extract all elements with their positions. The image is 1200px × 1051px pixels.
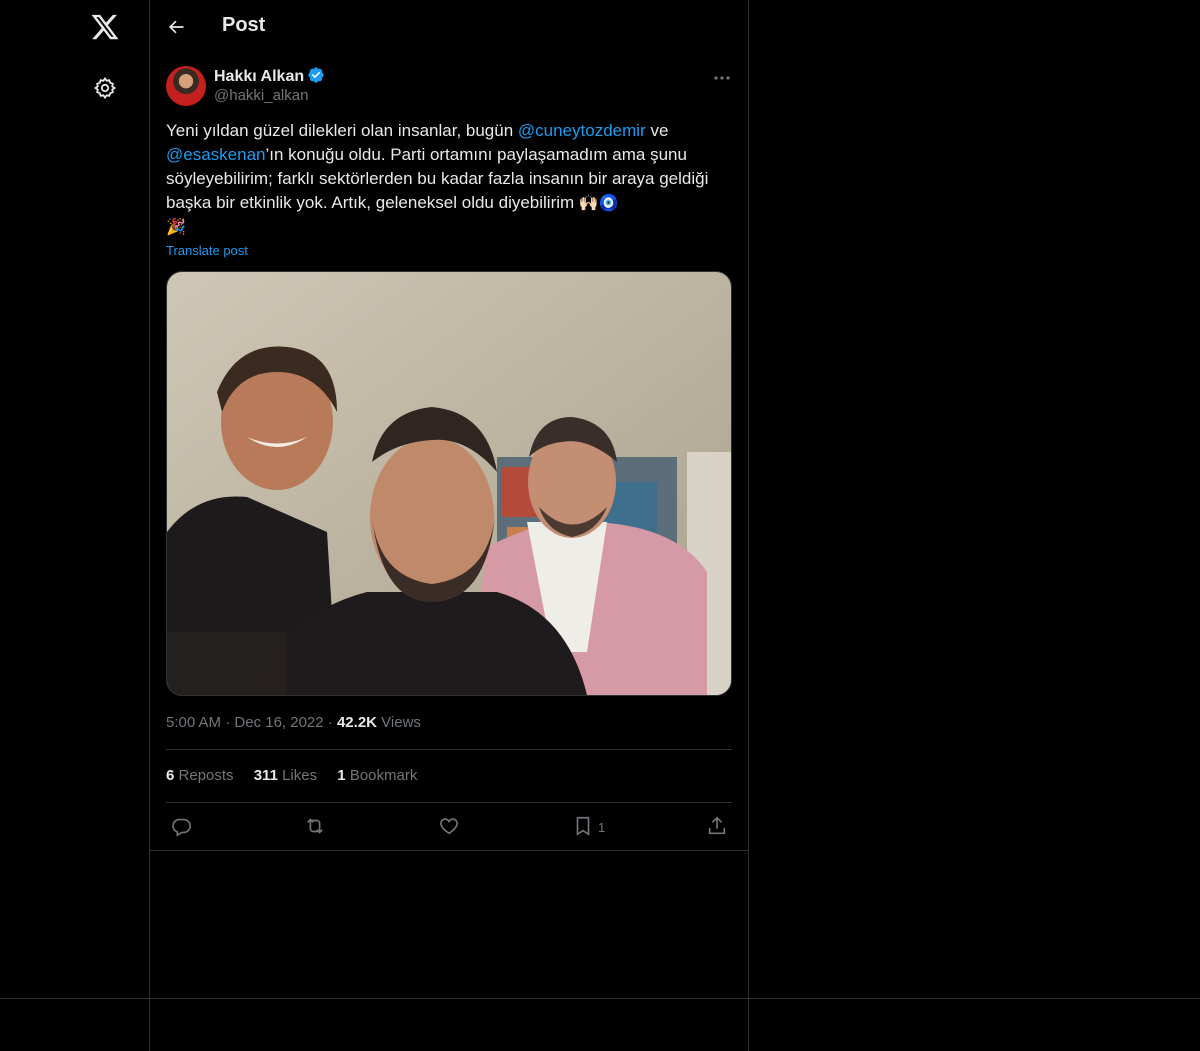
- reposts-label: Reposts: [178, 767, 234, 784]
- bookmarks-label: Bookmark: [349, 767, 418, 784]
- likes-stat[interactable]: 311 Likes: [254, 767, 317, 784]
- avatar[interactable]: [166, 66, 206, 106]
- meta-separator: ·: [225, 714, 231, 731]
- bookmarks-stat[interactable]: 1 Bookmark: [337, 767, 417, 784]
- divider: [166, 749, 732, 750]
- repost-icon[interactable]: [304, 815, 326, 837]
- share-icon[interactable]: [706, 815, 728, 837]
- post-text: Yeni yıldan güzel dilekleri olan insanla…: [166, 119, 732, 239]
- post-photo[interactable]: [166, 271, 732, 696]
- mention-link[interactable]: @cuneytozdemir: [518, 121, 646, 140]
- likes-label: Likes: [282, 767, 318, 784]
- reposts-stat[interactable]: 6 Reposts: [166, 767, 234, 784]
- like-icon[interactable]: [438, 815, 460, 837]
- action-bar: 1: [166, 812, 732, 842]
- views-count: 42.2K: [336, 714, 377, 731]
- divider: [0, 998, 1200, 999]
- post-text-part: Yeni yıldan güzel dilekleri olan insanla…: [166, 121, 518, 140]
- x-logo-icon[interactable]: [90, 12, 120, 42]
- party-popper-emoji: 🎉: [166, 217, 186, 236]
- bookmark-count: 1: [598, 820, 606, 835]
- nazar-amulet-emoji: 🧿: [598, 193, 619, 212]
- bookmarks-count: 1: [337, 767, 346, 784]
- divider: [166, 802, 732, 803]
- post-stats: 6 Reposts 311 Likes 1 Bookmark: [166, 767, 433, 784]
- back-arrow-icon[interactable]: [166, 17, 186, 37]
- post-meta: 5:00 AM · Dec 16, 2022 · 42.2K Views: [166, 714, 421, 731]
- verified-badge-icon: [307, 66, 325, 84]
- author-name-row[interactable]: Hakkı Alkan: [214, 66, 325, 86]
- post-text-part: ve: [645, 121, 669, 140]
- main-column: Post Hakkı Alkan @hakki_alkan Yeni yılda…: [150, 0, 749, 1051]
- reposts-count: 6: [166, 767, 175, 784]
- reply-icon[interactable]: [170, 815, 192, 837]
- meta-separator: ·: [327, 714, 333, 731]
- post-date[interactable]: Dec 16, 2022: [234, 714, 323, 731]
- header: Post: [150, 0, 748, 54]
- page-title: Post: [222, 14, 266, 36]
- post-author: Hakkı Alkan @hakki_alkan: [166, 64, 732, 108]
- raising-hands-emoji: 🙌🏻: [578, 193, 599, 212]
- left-rail: [0, 0, 150, 1051]
- translate-post-link[interactable]: Translate post: [166, 243, 248, 258]
- post-time[interactable]: 5:00 AM: [166, 714, 221, 731]
- divider: [150, 850, 748, 851]
- gear-icon[interactable]: [93, 76, 117, 100]
- author-handle[interactable]: @hakki_alkan: [214, 87, 308, 104]
- likes-count: 311: [253, 767, 278, 784]
- author-name[interactable]: Hakkı Alkan: [214, 68, 304, 85]
- views-label: Views: [381, 714, 421, 731]
- mention-link[interactable]: @esaskenan: [166, 145, 266, 164]
- more-options-icon[interactable]: [712, 68, 732, 88]
- bookmark-icon[interactable]: [572, 815, 594, 837]
